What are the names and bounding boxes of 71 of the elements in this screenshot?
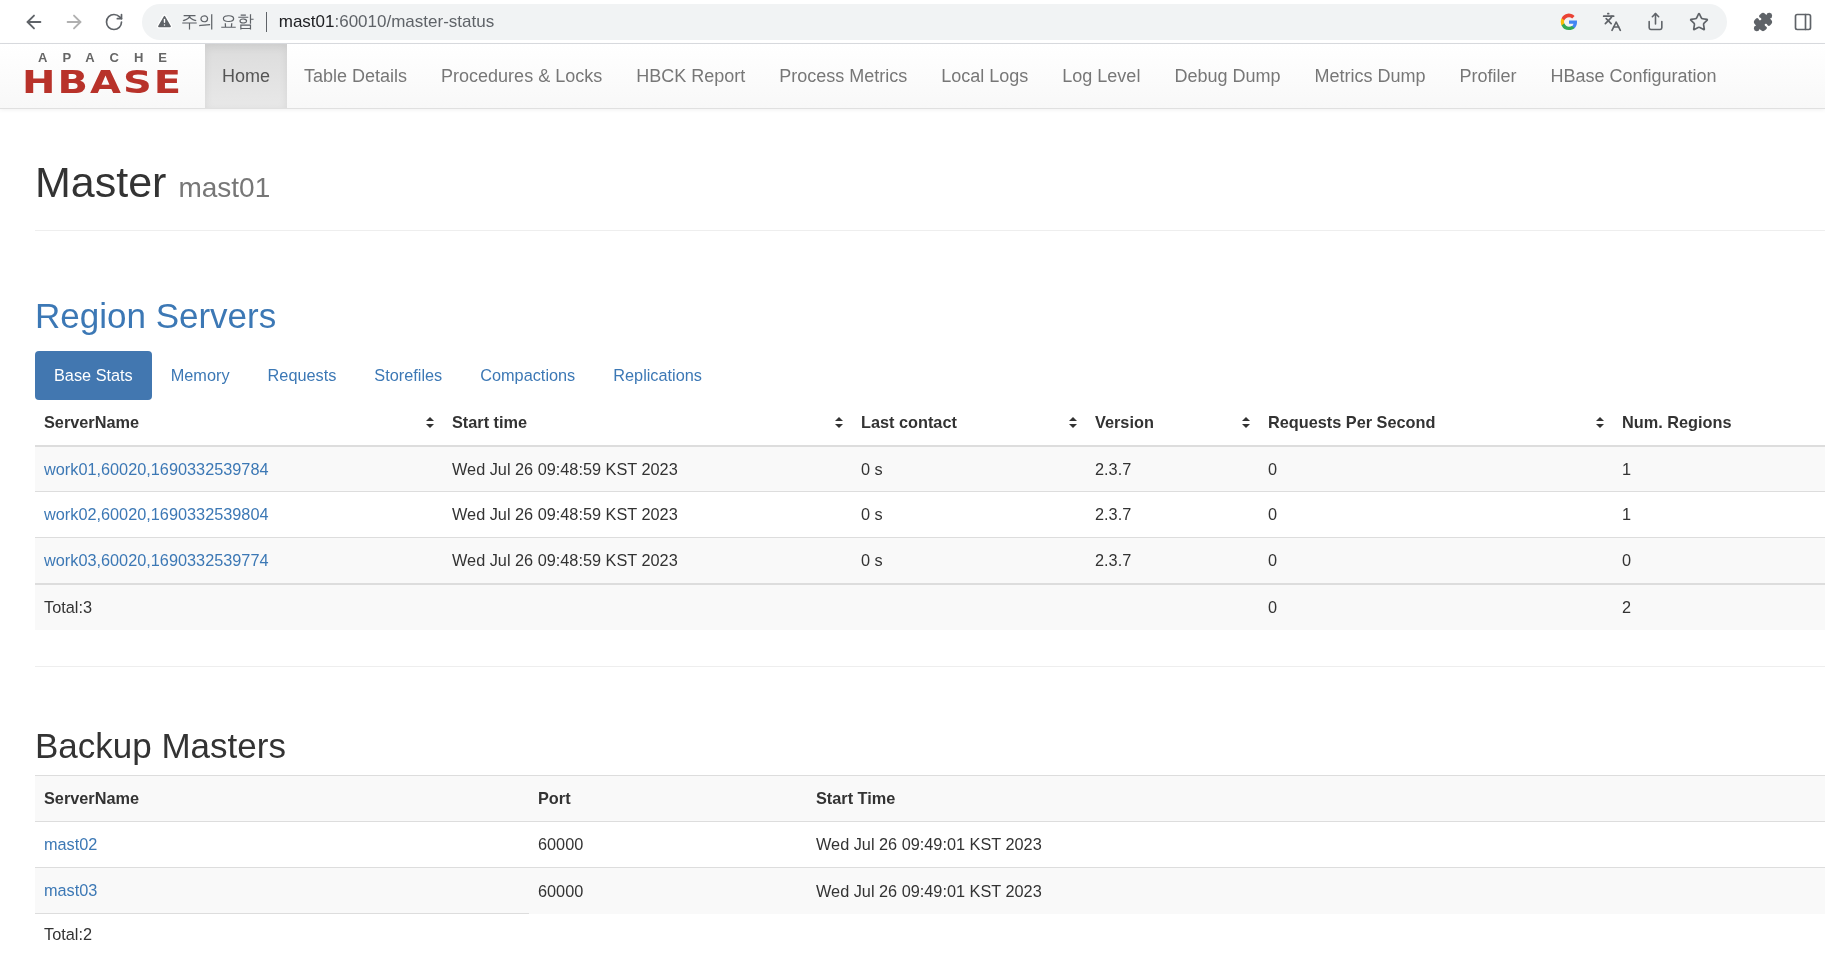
table-cell: 0 [1268, 597, 1278, 616]
nav-link[interactable]: Debug Dump [1157, 44, 1298, 108]
logo-bottom-text: HBASE [21, 65, 184, 98]
nav-link[interactable]: HBase Configuration [1533, 44, 1734, 108]
server-link[interactable]: work03,60020,1690332539774 [44, 551, 269, 570]
logo-top-text: APACHE [38, 50, 182, 64]
table-cell: 0 [1268, 459, 1278, 478]
table-cell: Wed Jul 26 09:48:59 KST 2023 [452, 551, 678, 570]
column-header: Start Time [807, 775, 1825, 822]
server-link[interactable]: work01,60020,1690332539784 [44, 459, 269, 478]
sort-icon[interactable] [1242, 416, 1250, 428]
nav-link[interactable]: Local Logs [924, 44, 1046, 108]
column-header: Num. Regions [1613, 399, 1825, 446]
table-cell: 60000 [538, 835, 584, 854]
table-cell: 2 [1622, 597, 1632, 616]
sort-icon[interactable] [835, 416, 843, 428]
nav-link[interactable]: Metrics Dump [1297, 44, 1443, 108]
table-cell: 0 s [861, 505, 883, 524]
column-header[interactable]: Last contact [852, 399, 1086, 446]
table-cell: Wed Jul 26 09:48:59 KST 2023 [452, 505, 678, 524]
address-bar[interactable]: 주의 요함 mast01:60010/master-status [142, 3, 1727, 40]
total-label: Total:2 [44, 924, 92, 943]
column-header[interactable]: ServerName [35, 399, 443, 446]
nav-link[interactable]: Profiler [1442, 44, 1534, 108]
tab[interactable]: Replications [594, 350, 721, 400]
nav-link[interactable]: Process Metrics [762, 44, 925, 108]
tab[interactable]: Storefiles [355, 350, 462, 400]
warning-icon [156, 13, 173, 30]
nav-link[interactable]: Procedures & Locks [424, 44, 620, 108]
tab[interactable]: Requests [248, 350, 356, 400]
column-header[interactable]: Requests Per Second [1259, 399, 1613, 446]
table-cell: 2.3.7 [1095, 505, 1132, 524]
server-link[interactable]: work02,60020,1690332539804 [44, 505, 269, 524]
column-header: ServerName [35, 775, 529, 822]
sort-icon[interactable] [1596, 416, 1604, 428]
sort-icon[interactable] [426, 416, 434, 428]
column-header: Port [529, 775, 807, 822]
table-cell: 0 s [861, 551, 883, 570]
reload-icon [104, 11, 124, 32]
logo[interactable]: APACHE HBASE [0, 44, 205, 108]
server-link[interactable]: mast02 [44, 835, 98, 854]
column-header[interactable]: Start time [443, 399, 852, 446]
table-cell: 0 [1268, 551, 1278, 570]
table-cell: 1 [1622, 505, 1632, 524]
table-cell: 60000 [538, 881, 584, 900]
nav-link[interactable]: Table Details [287, 44, 425, 108]
url-text: mast01:60010/master-status [278, 11, 495, 32]
security-label: 주의 요함 [181, 11, 254, 33]
nav-link[interactable]: HBCK Report [619, 44, 763, 108]
table-cell: 2.3.7 [1095, 459, 1132, 478]
page-subtitle: mast01 [178, 173, 271, 204]
total-label: Total:3 [44, 597, 92, 616]
table-cell: 0 [1622, 551, 1632, 570]
table-cell: 0 [1268, 505, 1278, 524]
tab[interactable]: Memory [151, 350, 249, 400]
table-cell: 2.3.7 [1095, 551, 1132, 570]
sort-icon[interactable] [1069, 416, 1077, 428]
table-cell: 1 [1622, 459, 1632, 478]
table-cell: Wed Jul 26 09:49:01 KST 2023 [816, 835, 1042, 854]
table-cell: Wed Jul 26 09:49:01 KST 2023 [816, 881, 1042, 900]
table-cell: Wed Jul 26 09:48:59 KST 2023 [452, 459, 678, 478]
nav-link[interactable]: Log Level [1045, 44, 1158, 108]
tab[interactable]: Base Stats [35, 350, 152, 400]
section-heading: Region Servers [35, 297, 278, 336]
nav-link[interactable]: Home [205, 44, 287, 108]
column-header[interactable]: Version [1086, 399, 1259, 446]
tab[interactable]: Compactions [461, 350, 595, 400]
page-title: Master [35, 159, 167, 207]
section-heading: Backup Masters [35, 726, 287, 766]
table-cell: 0 s [861, 459, 883, 478]
server-link[interactable]: mast03 [44, 881, 98, 900]
